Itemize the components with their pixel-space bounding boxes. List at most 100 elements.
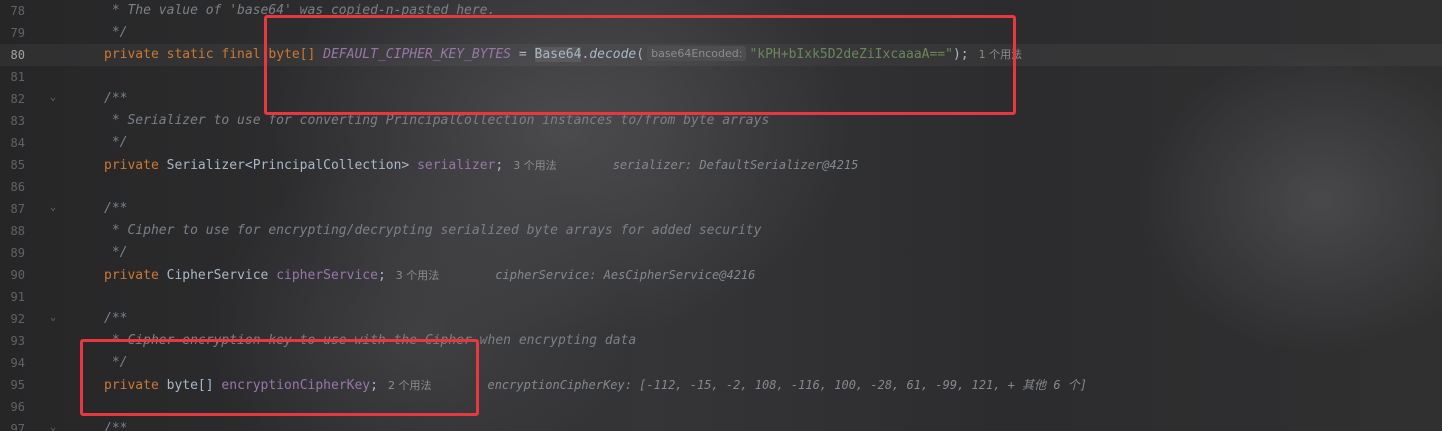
usage-count[interactable]: 1 个用法 bbox=[979, 48, 1023, 61]
code-line-94[interactable]: 94 */ bbox=[0, 352, 1442, 374]
code-line-97[interactable]: 97 ⌄ /** bbox=[0, 418, 1442, 431]
code-text[interactable]: private static final byte[] DEFAULT_CIPH… bbox=[104, 44, 1022, 66]
code-text[interactable]: private CipherService cipherService; 3 个用… bbox=[104, 264, 755, 287]
line-number[interactable]: 92 bbox=[0, 308, 25, 330]
type-name: CipherService bbox=[166, 268, 277, 283]
code-text[interactable]: /** bbox=[104, 308, 127, 330]
chevron-down-icon[interactable]: ⌄ bbox=[50, 423, 60, 431]
usage-count[interactable]: 2 个用法 bbox=[388, 379, 432, 392]
line-number[interactable]: 79 bbox=[0, 22, 25, 44]
line-number[interactable]: 84 bbox=[0, 132, 25, 154]
code-text[interactable]: /** bbox=[104, 198, 127, 220]
debug-value: cipherService: AesCipherService@4216 bbox=[495, 268, 756, 282]
chevron-down-icon[interactable]: ⌄ bbox=[50, 203, 60, 213]
code-text[interactable]: /** bbox=[104, 88, 127, 110]
punctuation: ( bbox=[636, 47, 645, 62]
line-number[interactable]: 97 bbox=[0, 418, 25, 431]
code-line-89[interactable]: 89 */ bbox=[0, 242, 1442, 264]
code-line-92[interactable]: 92 ⌄ /** bbox=[0, 308, 1442, 330]
line-number[interactable]: 93 bbox=[0, 330, 25, 352]
code-line-87[interactable]: 87 ⌄ /** bbox=[0, 198, 1442, 220]
chevron-down-icon[interactable]: ⌄ bbox=[50, 93, 60, 103]
line-number[interactable]: 94 bbox=[0, 352, 25, 374]
comment-text: */ bbox=[104, 245, 128, 260]
operator: = bbox=[511, 47, 535, 62]
code-text[interactable]: * Serializer to use for converting Princ… bbox=[104, 110, 769, 132]
line-number[interactable]: 87 bbox=[0, 198, 25, 220]
keyword: private static final bbox=[104, 47, 269, 62]
punctuation: ); bbox=[952, 47, 969, 62]
chevron-down-icon[interactable]: ⌄ bbox=[50, 313, 60, 323]
code-text[interactable]: */ bbox=[104, 352, 128, 374]
code-line-91[interactable]: 91 bbox=[0, 286, 1442, 308]
usage-count[interactable]: 3 个用法 bbox=[396, 269, 440, 282]
punctuation: ; bbox=[377, 268, 386, 283]
field-name: encryptionCipherKey bbox=[221, 378, 371, 393]
constant-name: DEFAULT_CIPHER_KEY_BYTES bbox=[323, 47, 512, 62]
code-line-90[interactable]: 90 private CipherService cipherService; 3 … bbox=[0, 264, 1442, 286]
code-text[interactable]: * Cipher encryption key to use with the … bbox=[104, 330, 636, 352]
code-text[interactable]: * Cipher to use for encrypting/decryptin… bbox=[104, 220, 762, 242]
code-line-88[interactable]: 88 * Cipher to use for encrypting/decryp… bbox=[0, 220, 1442, 242]
method-name: decode bbox=[589, 47, 637, 62]
code-text[interactable]: */ bbox=[104, 242, 128, 264]
line-number[interactable]: 82 bbox=[0, 88, 25, 110]
code-text[interactable]: private Serializer<PrincipalCollection> … bbox=[104, 154, 858, 177]
punctuation: ; bbox=[495, 158, 504, 173]
code-line-78[interactable]: 78 * The value of 'base64' was copied-n-… bbox=[0, 0, 1442, 22]
class-name: Base64 bbox=[534, 47, 582, 62]
punctuation: ; bbox=[370, 378, 378, 393]
code-line-82[interactable]: 82 ⌄ /** bbox=[0, 88, 1442, 110]
keyword: private bbox=[104, 268, 167, 283]
comment-text: /** bbox=[104, 311, 128, 326]
line-number[interactable]: 91 bbox=[0, 286, 25, 308]
parameter-hint: base64Encoded: bbox=[647, 46, 747, 61]
code-editor[interactable]: 78 * The value of 'base64' was copied-n-… bbox=[0, 0, 1442, 431]
line-number[interactable]: 90 bbox=[0, 264, 25, 286]
code-text[interactable]: */ bbox=[104, 132, 128, 154]
line-number[interactable]: 86 bbox=[0, 176, 25, 198]
line-number[interactable]: 88 bbox=[0, 220, 25, 242]
code-line-84[interactable]: 84 */ bbox=[0, 132, 1442, 154]
comment-text: * Cipher to use for encrypting/decryptin… bbox=[104, 223, 762, 238]
code-text[interactable]: */ bbox=[104, 22, 128, 44]
code-line-83[interactable]: 83 * Serializer to use for converting Pr… bbox=[0, 110, 1442, 132]
code-line-80[interactable]: 80 private static final byte[] DEFAULT_CI… bbox=[0, 44, 1442, 66]
line-number[interactable]: 80 bbox=[0, 44, 25, 66]
comment-text: * Cipher encryption key to use with the … bbox=[104, 333, 637, 348]
comment-text: /** bbox=[104, 91, 128, 106]
code-line-96[interactable]: 96 bbox=[0, 396, 1442, 418]
type-name: byte[] bbox=[166, 378, 222, 393]
comment-text: */ bbox=[104, 25, 128, 40]
code-line-95[interactable]: 95 private byte[] encryptionCipherKey; 2 个… bbox=[0, 374, 1442, 396]
code-text[interactable]: * The value of 'base64' was copied-n-pas… bbox=[104, 0, 496, 22]
comment-text: * The value of 'base64' was copied-n-pas… bbox=[104, 3, 496, 18]
code-text[interactable]: /** bbox=[104, 418, 127, 431]
line-number[interactable]: 83 bbox=[0, 110, 25, 132]
code-line-93[interactable]: 93 * Cipher encryption key to use with t… bbox=[0, 330, 1442, 352]
code-line-79[interactable]: 79 */ bbox=[0, 22, 1442, 44]
line-number[interactable]: 78 bbox=[0, 0, 25, 22]
code-text[interactable]: private byte[] encryptionCipherKey; 2 个用法… bbox=[104, 374, 1087, 397]
line-number[interactable]: 96 bbox=[0, 396, 25, 418]
keyword: private bbox=[104, 158, 167, 173]
debug-value: serializer: DefaultSerializer@4215 bbox=[612, 158, 859, 172]
code-line-85[interactable]: 85 private Serializer<PrincipalCollection… bbox=[0, 154, 1442, 176]
line-number[interactable]: 95 bbox=[0, 374, 25, 396]
line-number[interactable]: 81 bbox=[0, 66, 25, 88]
code-line-86[interactable]: 86 bbox=[0, 176, 1442, 198]
code-line-81[interactable]: 81 bbox=[0, 66, 1442, 88]
type-name: byte[] bbox=[268, 47, 324, 62]
comment-text: /** bbox=[104, 201, 128, 216]
debug-value: encryptionCipherKey: [-112, -15, -2, 108… bbox=[487, 378, 1087, 392]
comment-text: * Serializer to use for converting Princ… bbox=[104, 113, 770, 128]
usage-count[interactable]: 3 个用法 bbox=[513, 159, 557, 172]
keyword: private bbox=[104, 378, 167, 393]
line-number[interactable]: 85 bbox=[0, 154, 25, 176]
string-literal: "kPH+bIxk5D2deZiIxcaaaA==" bbox=[749, 47, 953, 62]
type-name: Serializer<PrincipalCollection> bbox=[166, 158, 418, 173]
comment-text: */ bbox=[104, 355, 128, 370]
line-number[interactable]: 89 bbox=[0, 242, 25, 264]
field-name: serializer bbox=[417, 158, 496, 173]
comment-text: /** bbox=[104, 421, 128, 431]
